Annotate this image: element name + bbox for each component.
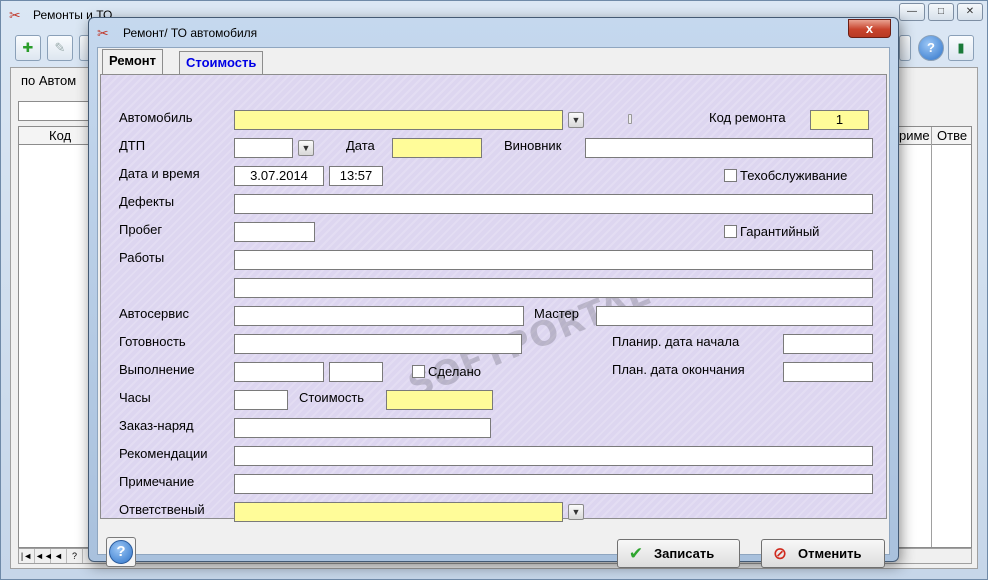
- service-field[interactable]: [234, 306, 524, 326]
- filter-tab-label[interactable]: по Автом: [21, 73, 76, 88]
- responsible-label: Ответственый: [119, 502, 205, 517]
- responsible-select[interactable]: [234, 502, 563, 522]
- car-label: Автомобиль: [119, 110, 193, 125]
- work-order-field[interactable]: [234, 418, 491, 438]
- maximize-button[interactable]: □: [928, 3, 954, 21]
- defects-label: Дефекты: [119, 194, 175, 209]
- nav-first-button[interactable]: |◄: [19, 549, 35, 563]
- save-button-label: Записать: [654, 546, 715, 561]
- toolbar-partial-right-button[interactable]: [899, 35, 911, 61]
- work-order-label: Заказ-наряд: [119, 418, 194, 433]
- tab-cost[interactable]: Стоимость: [179, 51, 264, 74]
- datetime-label: Дата и время: [119, 166, 200, 181]
- exit-door-icon[interactable]: ▮: [948, 35, 974, 61]
- nav-prev-page-button[interactable]: ◄◄: [35, 549, 53, 563]
- grid-col-separator: [931, 127, 932, 547]
- minimize-button[interactable]: —: [899, 3, 925, 21]
- planned-end-label: План. дата окончания: [612, 362, 745, 377]
- filter-input[interactable]: [18, 101, 98, 121]
- accident-select[interactable]: [234, 138, 293, 158]
- note-field[interactable]: [234, 474, 873, 494]
- accident-label: ДТП: [119, 138, 146, 153]
- mileage-field[interactable]: [234, 222, 315, 242]
- repair-code-field[interactable]: 1: [810, 110, 869, 130]
- recommendations-label: Рекомендации: [119, 446, 208, 461]
- car-dropdown-button[interactable]: ▼: [568, 112, 584, 128]
- dialog-help-button[interactable]: ?: [106, 537, 136, 567]
- small-indicator: [628, 114, 632, 124]
- planned-start-label: Планир. дата начала: [612, 334, 740, 349]
- date-label: Дата: [346, 138, 375, 153]
- cost-label: Стоимость: [299, 390, 365, 405]
- warranty-label: Гарантийный: [740, 224, 820, 239]
- master-label: Мастер: [534, 306, 579, 321]
- nav-help-button[interactable]: ?: [67, 549, 83, 563]
- defects-field[interactable]: [234, 194, 873, 214]
- culprit-label: Виновник: [504, 138, 562, 153]
- readiness-label: Готовность: [119, 334, 186, 349]
- dialog-close-button[interactable]: x: [848, 19, 891, 38]
- readiness-field[interactable]: [234, 334, 522, 354]
- execution-field-2[interactable]: [329, 362, 383, 382]
- culprit-field[interactable]: [585, 138, 873, 158]
- recommendations-field[interactable]: [234, 446, 873, 466]
- done-label: Сделано: [428, 364, 481, 379]
- planned-start-field[interactable]: [783, 334, 873, 354]
- works-field-1[interactable]: [234, 250, 873, 270]
- checkmark-icon: ✔: [628, 544, 644, 563]
- master-field[interactable]: [596, 306, 873, 326]
- hours-field[interactable]: [234, 390, 288, 410]
- service-label: Автосервис: [119, 306, 189, 321]
- help-icon: ?: [109, 540, 133, 564]
- execution-field-1[interactable]: [234, 362, 324, 382]
- planned-end-field[interactable]: [783, 362, 873, 382]
- main-close-button[interactable]: ✕: [957, 3, 983, 21]
- nav-prev-button[interactable]: ◄: [51, 549, 67, 563]
- cancel-button-label: Отменить: [798, 546, 862, 561]
- add-icon[interactable]: ✚: [15, 35, 41, 61]
- accident-dropdown-button[interactable]: ▼: [298, 140, 314, 156]
- datetime-time-field[interactable]: 13:57: [329, 166, 383, 186]
- cancel-icon: ⊘: [772, 544, 788, 563]
- works-label: Работы: [119, 250, 165, 265]
- repair-tab-panel: SOFTPORTAL Автомобиль ▼ Код ремонта 1 ДТ…: [100, 74, 887, 522]
- repair-dialog: ✂ Ремонт/ ТО автомобиля x Ремонт Стоимос…: [88, 17, 899, 568]
- date-field[interactable]: [392, 138, 482, 158]
- help-icon[interactable]: ?: [918, 35, 944, 61]
- tab-repair[interactable]: Ремонт: [102, 49, 164, 74]
- dialog-client-area: Ремонт Стоимость SOFTPORTAL Автомобиль ▼…: [97, 47, 890, 568]
- car-select[interactable]: [234, 110, 563, 130]
- maintenance-checkbox[interactable]: [724, 169, 737, 182]
- responsible-dropdown-button[interactable]: ▼: [568, 504, 584, 520]
- grid-col-responsible[interactable]: Отве: [937, 128, 967, 143]
- note-label: Примечание: [119, 474, 195, 489]
- works-field-2[interactable]: [234, 278, 873, 298]
- warranty-checkbox[interactable]: [724, 225, 737, 238]
- maintenance-label: Техобслуживание: [740, 168, 848, 183]
- grid-col-code[interactable]: Код: [49, 128, 71, 143]
- cost-field[interactable]: [386, 390, 493, 410]
- save-button[interactable]: ✔ Записать: [617, 539, 740, 568]
- hours-label: Часы: [119, 390, 151, 405]
- wrench-screwdriver-icon: ✂: [97, 25, 109, 41]
- dialog-title: Ремонт/ ТО автомобиля: [123, 26, 258, 40]
- done-checkbox[interactable]: [412, 365, 425, 378]
- mileage-label: Пробег: [119, 222, 163, 237]
- repair-code-label: Код ремонта: [709, 110, 786, 125]
- wrench-screwdriver-icon: ✂: [9, 7, 21, 23]
- execution-label: Выполнение: [119, 362, 195, 377]
- cancel-button[interactable]: ⊘ Отменить: [761, 539, 885, 568]
- grid-col-note[interactable]: риме: [899, 128, 930, 143]
- edit-icon[interactable]: ✎: [47, 35, 73, 61]
- datetime-date-field[interactable]: 3.07.2014: [234, 166, 324, 186]
